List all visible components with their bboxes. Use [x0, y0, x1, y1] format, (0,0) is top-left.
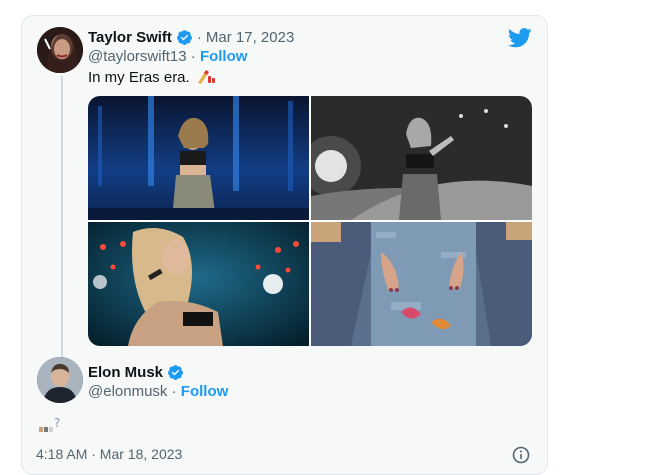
author-handle[interactable]: @taylorswift13 — [88, 48, 187, 65]
reply-missing-emoji-icon: ? — [39, 416, 65, 439]
twitter-bird-icon[interactable] — [508, 28, 532, 48]
tweet-text: In my Eras era. — [88, 68, 190, 86]
photo-grid — [88, 96, 532, 346]
svg-text:?: ? — [54, 416, 60, 430]
tweet-date[interactable]: Mar 17, 2023 — [206, 29, 294, 46]
avatar-taylor-swift[interactable] — [37, 27, 83, 73]
tweet-text-row: In my Eras era. — [88, 67, 216, 89]
author-name[interactable]: Taylor Swift — [88, 29, 172, 46]
separator-dot: · — [171, 383, 177, 400]
verified-badge-icon — [176, 29, 193, 46]
nail-polish-icon — [196, 67, 216, 89]
reply-author-name[interactable]: Elon Musk — [88, 364, 163, 381]
handle-row: @taylorswift13 · Follow — [88, 48, 247, 65]
reply-author-handle[interactable]: @elonmusk — [88, 383, 167, 400]
thread-line — [61, 76, 63, 358]
reply-follow-button[interactable]: Follow — [181, 383, 229, 400]
avatar-elon-musk[interactable] — [37, 357, 83, 403]
photo-denim-overalls[interactable] — [311, 222, 532, 346]
follow-button[interactable]: Follow — [200, 48, 248, 65]
tweet-header: Taylor Swift · Mar 17, 2023 — [88, 29, 294, 46]
photo-blue-stage[interactable] — [88, 96, 309, 220]
separator-dot: · — [196, 29, 202, 46]
info-icon[interactable] — [512, 446, 530, 464]
photo-singing-red-lights[interactable] — [88, 222, 309, 346]
photo-bw-stage[interactable] — [311, 96, 532, 220]
verified-badge-icon — [167, 364, 184, 381]
separator-dot: · — [190, 48, 196, 65]
reply-timestamp[interactable]: 4:18 AM · Mar 18, 2023 — [36, 446, 182, 462]
reply-header: Elon Musk — [88, 364, 184, 381]
reply-handle-row: @elonmusk · Follow — [88, 383, 228, 400]
